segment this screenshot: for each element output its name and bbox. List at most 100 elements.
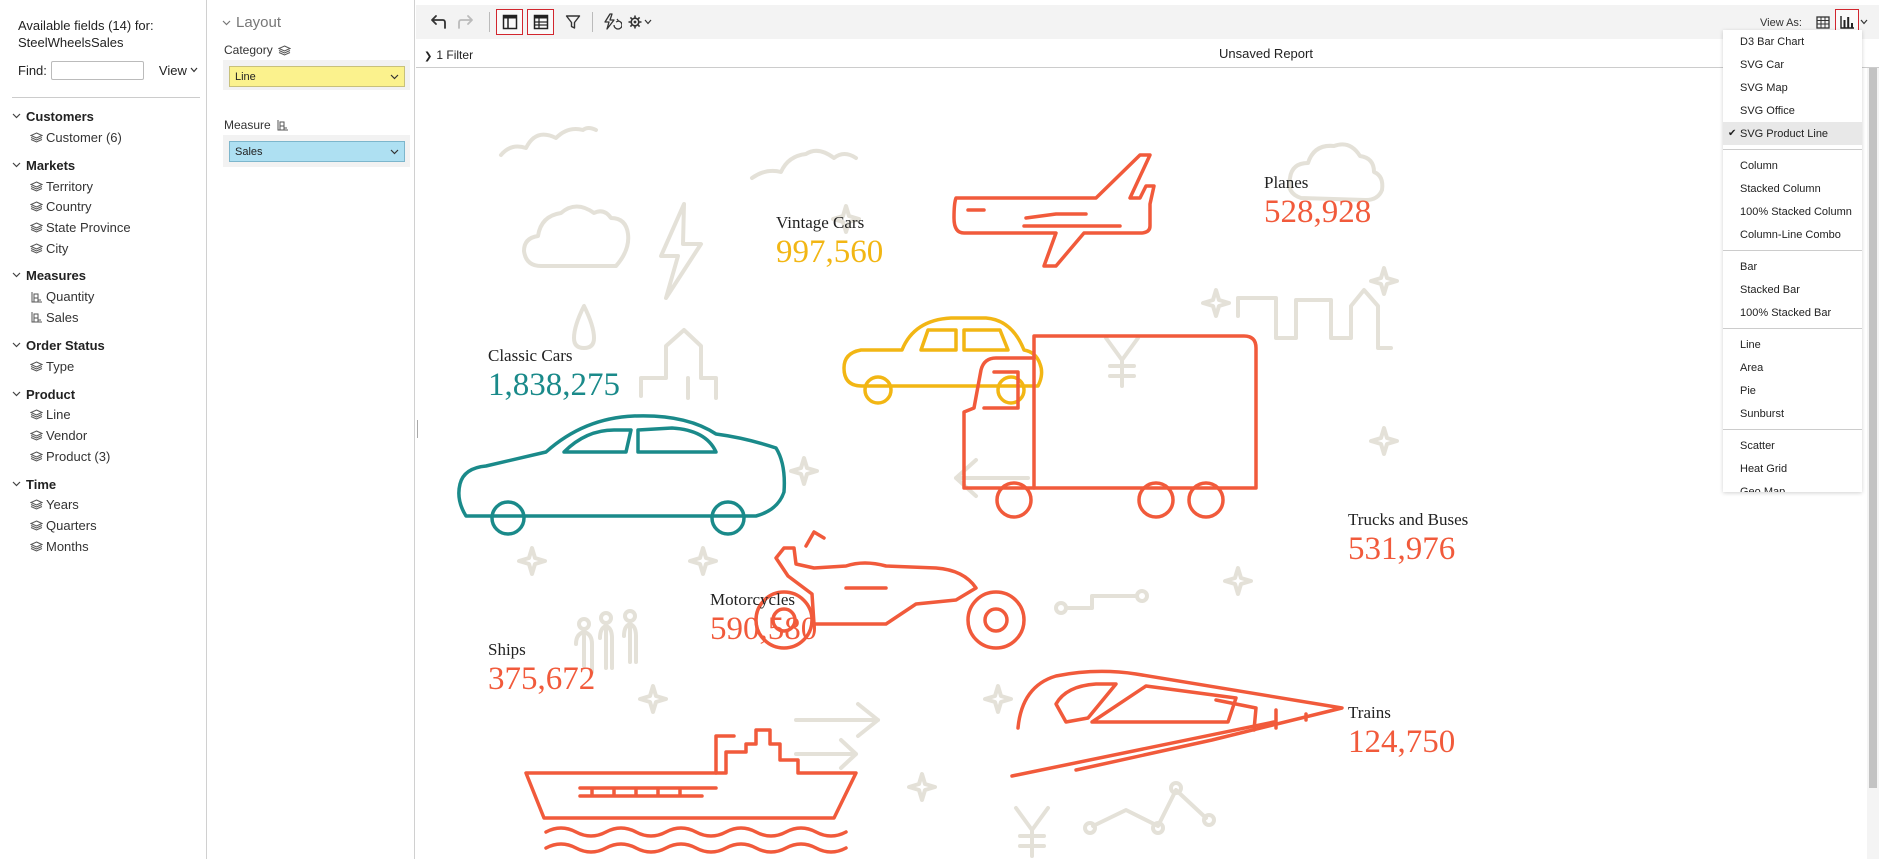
chart-type-menu-item[interactable]: 100% Stacked Column	[1723, 200, 1862, 223]
toggle-field-list-button[interactable]	[496, 9, 523, 35]
chart-type-menu-item[interactable]: Stacked Bar	[1723, 278, 1862, 301]
chevron-down-icon	[12, 111, 26, 122]
chart-type-menu-item[interactable]: 100% Stacked Bar	[1723, 301, 1862, 324]
undo-button[interactable]	[424, 9, 451, 35]
people-doodle	[599, 611, 613, 625]
chart-type-menu-item[interactable]: Bar	[1723, 255, 1862, 278]
dimension-icon	[30, 541, 46, 552]
field-item[interactable]: Vendor	[12, 425, 202, 446]
chart-type-menu-item[interactable]: Geo Map	[1723, 480, 1862, 493]
ships-illustration	[524, 728, 858, 854]
chart-type-menu-item[interactable]: Heat Grid	[1723, 457, 1862, 480]
field-item[interactable]: Country	[12, 196, 202, 217]
scrollbar-thumb[interactable]	[1869, 68, 1877, 788]
chart-type-menu-item[interactable]: ✔ SVG Product Line	[1723, 122, 1862, 145]
chart-type-menu-item[interactable]: Line	[1723, 333, 1862, 356]
product-item-trucks-and-buses[interactable]: Trucks and Buses 531,976	[1348, 510, 1468, 568]
find-input[interactable]	[50, 60, 144, 80]
field-item-label: Line	[46, 407, 71, 423]
chart-type-label: D3 Bar Chart	[1740, 35, 1805, 48]
field-item[interactable]: Quarters	[12, 515, 202, 536]
star-doodle	[1223, 566, 1253, 596]
category-chip-line[interactable]: Line	[229, 66, 405, 87]
field-group: Markets Territory Country State Province Cit…	[12, 155, 202, 259]
redo-button[interactable]	[452, 9, 479, 35]
view-menu-button[interactable]: View	[159, 63, 198, 78]
report-title: Unsaved Report	[1219, 46, 1313, 61]
layout-panel: Layout Category Line Measure Sales	[208, 0, 415, 859]
filter-toggle[interactable]: ❯ 1 Filter	[424, 48, 473, 62]
field-item[interactable]: Months	[12, 536, 202, 557]
chart-type-menu-item[interactable]: D3 Bar Chart	[1723, 30, 1862, 53]
chart-type-label: Stacked Column	[1740, 182, 1821, 195]
toolbar: View As:	[416, 5, 1879, 39]
chart-type-menu-item[interactable]: Stacked Column	[1723, 177, 1862, 200]
chart-type-menu-item[interactable]: Column-Line Combo	[1723, 223, 1862, 246]
product-item-motorcycles[interactable]: Motorcycles 590,580	[710, 590, 817, 648]
dimension-icon	[30, 132, 46, 143]
chart-type-menu-item[interactable]: Sunburst	[1723, 402, 1862, 425]
measure-chip-sales[interactable]: Sales	[229, 141, 405, 162]
vertical-scrollbar[interactable]	[1867, 68, 1879, 859]
star-doodle	[1369, 426, 1399, 456]
toggle-layout-button[interactable]	[527, 9, 554, 35]
field-group-header[interactable]: Product	[12, 384, 202, 405]
field-item[interactable]: Customer (6)	[12, 127, 202, 148]
chevron-down-icon	[12, 389, 26, 400]
product-line-illustration	[457, 126, 1399, 858]
product-item-classic-cars[interactable]: Classic Cars 1,838,275	[488, 346, 620, 404]
field-item-label: State Province	[46, 219, 131, 235]
field-item[interactable]: City	[12, 238, 202, 259]
background-doodles	[499, 126, 1399, 858]
chart-type-label: Line	[1740, 338, 1761, 351]
field-item[interactable]: Sales	[12, 307, 202, 328]
chevron-down-icon[interactable]	[390, 149, 399, 155]
field-item[interactable]: Type	[12, 356, 202, 377]
field-item[interactable]: Quantity	[12, 286, 202, 307]
product-value: 531,976	[1348, 531, 1456, 567]
view-menu-label: View	[158, 62, 187, 78]
field-item[interactable]: Years	[12, 495, 202, 516]
chart-type-menu-item[interactable]: SVG Office	[1723, 99, 1862, 122]
field-item-label: Months	[46, 538, 89, 554]
product-item-trains[interactable]: Trains 124,750	[1348, 703, 1455, 761]
product-item-vintage-cars[interactable]: Vintage Cars 997,560	[776, 213, 883, 271]
chart-type-menu-item[interactable]: SVG Map	[1723, 76, 1862, 99]
layout-title[interactable]: Layout	[222, 14, 281, 31]
field-group-header[interactable]: Markets	[12, 155, 202, 176]
chart-type-label: Stacked Bar	[1740, 283, 1800, 296]
chart-type-menu-item[interactable]: Column	[1723, 154, 1862, 177]
available-fields-panel: Available fields (14) for: SteelWheelsSa…	[0, 0, 207, 859]
field-item-label: City	[46, 240, 69, 256]
chart-type-menu-item[interactable]: Area	[1723, 356, 1862, 379]
chart-view-icon	[1839, 16, 1854, 29]
chart-type-label: Area	[1740, 361, 1764, 374]
auto-refresh-button[interactable]	[598, 9, 625, 35]
settings-button[interactable]	[625, 9, 655, 35]
product-item-planes[interactable]: Planes 528,928	[1264, 173, 1371, 231]
field-item-label: Customer (6)	[46, 129, 122, 145]
field-item[interactable]: Product (3)	[12, 446, 202, 467]
auto-refresh-icon	[603, 13, 622, 30]
field-group-header[interactable]: Customers	[12, 106, 202, 127]
measure-chip-label: Sales	[235, 145, 263, 158]
field-item[interactable]: Line	[12, 405, 202, 426]
product-item-ships[interactable]: Ships 375,672	[488, 640, 595, 698]
yen-doodle	[1104, 336, 1140, 388]
filter-button[interactable]	[559, 9, 586, 35]
field-group-header[interactable]: Measures	[12, 265, 202, 286]
dimension-icon	[30, 499, 46, 510]
chart-type-label: SVG Map	[1740, 81, 1788, 94]
chart-type-menu-item[interactable]: SVG Car	[1723, 53, 1862, 76]
chevron-down-icon[interactable]	[390, 74, 399, 80]
chart-type-menu-item[interactable]: Pie	[1723, 379, 1862, 402]
dimension-icon	[30, 243, 46, 254]
field-item[interactable]: State Province	[12, 217, 202, 238]
field-item[interactable]: Territory	[12, 176, 202, 197]
field-group-header[interactable]: Order Status	[12, 335, 202, 356]
field-group-header[interactable]: Time	[12, 474, 202, 495]
report-area: View As: ❯ 1 Filter Unsaved Report Plane…	[416, 0, 1879, 859]
product-value: 1,838,275	[488, 367, 620, 403]
chart-type-label: Column-Line Combo	[1740, 228, 1841, 241]
chart-type-menu-item[interactable]: Scatter	[1723, 434, 1862, 457]
